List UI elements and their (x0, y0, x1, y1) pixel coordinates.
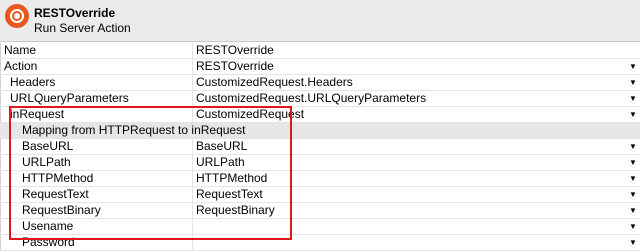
dropdown-arrow-icon[interactable]: ▼ (629, 91, 637, 106)
property-label: RequestText (22, 187, 89, 201)
property-label: Usename (22, 219, 74, 233)
property-row-baseurl[interactable]: BaseURL BaseURL ▼ (0, 139, 640, 155)
property-value[interactable]: BaseURL (196, 139, 247, 154)
property-label: URLPath (22, 155, 71, 169)
property-value[interactable]: CustomizedRequest.URLQueryParameters (196, 91, 426, 106)
property-value[interactable]: RequestText (196, 187, 263, 202)
header-title: RESTOverride (34, 6, 116, 20)
property-label: RequestBinary (22, 203, 101, 217)
property-row-usename[interactable]: Usename ▼ (0, 219, 640, 235)
dropdown-arrow-icon[interactable]: ▼ (629, 155, 637, 170)
mapping-group-label: Mapping from HTTPRequest to inRequest (22, 123, 246, 137)
property-label: Headers (10, 75, 56, 89)
property-value[interactable]: RESTOverride (196, 43, 274, 58)
property-label: Action (4, 59, 38, 73)
property-value[interactable]: RequestBinary (196, 203, 275, 218)
property-label: HTTPMethod (22, 171, 94, 185)
dropdown-arrow-icon[interactable]: ▼ (629, 139, 637, 154)
property-label: inRequest (10, 107, 65, 121)
dropdown-arrow-icon[interactable]: ▼ (629, 235, 637, 250)
property-value[interactable]: URLPath (196, 155, 245, 170)
dropdown-arrow-icon[interactable]: ▼ (629, 203, 637, 218)
property-row-headers[interactable]: Headers CustomizedRequest.Headers ▼ (0, 75, 640, 91)
properties-grid: Name RESTOverride Action RESTOverride ▼ … (0, 43, 640, 251)
property-row-requestbinary[interactable]: RequestBinary RequestBinary ▼ (0, 203, 640, 219)
dropdown-arrow-icon[interactable]: ▼ (629, 219, 637, 234)
property-value[interactable]: CustomizedRequest.Headers (196, 75, 353, 90)
dropdown-arrow-icon[interactable]: ▼ (629, 107, 637, 122)
property-row-name[interactable]: Name RESTOverride (0, 43, 640, 59)
property-label: URLQueryParameters (10, 91, 129, 105)
property-label: Password (22, 235, 75, 249)
property-row-httpmethod[interactable]: HTTPMethod HTTPMethod ▼ (0, 171, 640, 187)
property-row-password[interactable]: Password ▼ (0, 235, 640, 251)
property-label: Name (4, 43, 37, 57)
property-value[interactable]: HTTPMethod (196, 171, 267, 186)
property-row-urlpath[interactable]: URLPath URLPath ▼ (0, 155, 640, 171)
property-row-action[interactable]: Action RESTOverride ▼ (0, 59, 640, 75)
property-label: BaseURL (22, 139, 74, 153)
header-subtitle: Run Server Action (34, 21, 131, 35)
mapping-group-header: Mapping from HTTPRequest to inRequest (0, 123, 640, 139)
property-row-requesttext[interactable]: RequestText RequestText ▼ (0, 187, 640, 203)
property-row-urlqueryparameters[interactable]: URLQueryParameters CustomizedRequest.URL… (0, 91, 640, 107)
property-value[interactable]: RESTOverride (196, 59, 274, 74)
dropdown-arrow-icon[interactable]: ▼ (629, 171, 637, 186)
server-action-icon (5, 4, 29, 28)
dropdown-arrow-icon[interactable]: ▼ (629, 59, 637, 74)
dropdown-arrow-icon[interactable]: ▼ (629, 187, 637, 202)
property-value[interactable]: CustomizedRequest (196, 107, 305, 122)
property-row-inrequest[interactable]: inRequest CustomizedRequest ▼ (0, 107, 640, 123)
dropdown-arrow-icon[interactable]: ▼ (629, 75, 637, 90)
properties-header: RESTOverride Run Server Action (0, 0, 640, 42)
